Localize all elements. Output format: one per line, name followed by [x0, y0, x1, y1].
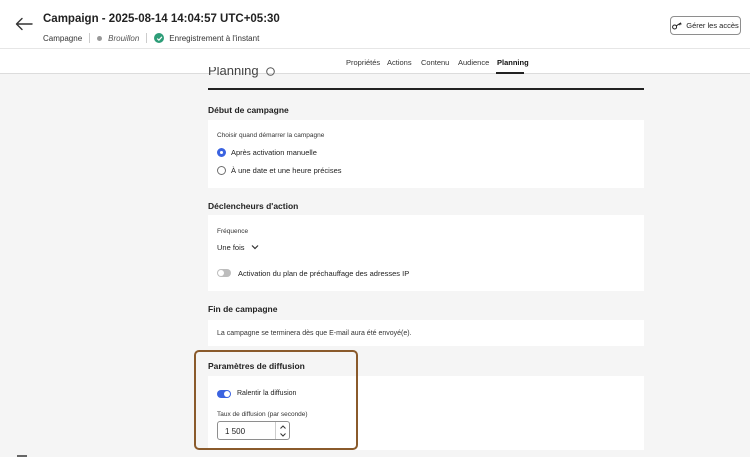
manage-access-button[interactable]: Gérer les accès — [670, 16, 741, 35]
campaign-meta: Campagne Brouillon Enregistrement à l'in… — [43, 32, 259, 44]
radio-manual-activation[interactable] — [217, 148, 226, 157]
info-icon[interactable] — [266, 67, 276, 76]
chevron-down-icon — [251, 245, 259, 250]
campaign-start-heading: Début de campagne — [208, 105, 289, 115]
campaign-type-label: Campagne — [43, 33, 83, 43]
start-prompt-label: Choisir quand démarrer la campagne — [217, 132, 325, 139]
tab-properties[interactable]: Propriétés — [346, 58, 380, 67]
action-triggers-panel: Fréquence Une fois Activation du plan de… — [208, 215, 644, 291]
radio-manual-activation-label[interactable]: Après activation manuelle — [231, 148, 317, 157]
tab-planning[interactable]: Planning — [497, 58, 529, 67]
radio-specific-datetime[interactable] — [217, 166, 226, 175]
tab-content[interactable]: Contenu — [421, 58, 449, 67]
toggle-knob — [218, 270, 224, 276]
action-triggers-heading: Déclencheurs d'action — [208, 201, 299, 211]
ip-warmup-toggle[interactable] — [217, 269, 231, 277]
campaign-header: Campaign - 2025-08-14 14:04:57 UTC+05:30… — [0, 0, 750, 48]
key-icon — [672, 21, 682, 29]
tab-actions[interactable]: Actions — [387, 58, 412, 67]
campaign-end-heading: Fin de campagne — [208, 304, 278, 314]
page-title: Planning — [208, 67, 276, 80]
status-dot-icon — [97, 35, 103, 41]
frequency-value: Une fois — [217, 243, 245, 252]
back-arrow-icon[interactable] — [15, 17, 33, 31]
divider — [146, 33, 148, 43]
delivery-settings-highlight — [194, 350, 358, 450]
clipped-element — [17, 452, 29, 457]
frequency-dropdown[interactable]: Une fois — [217, 243, 259, 252]
ip-warmup-label: Activation du plan de préchauffage des a… — [238, 269, 410, 278]
frequency-label: Fréquence — [217, 228, 249, 235]
campaign-start-panel: Choisir quand démarrer la campagne Après… — [208, 120, 644, 188]
checkmark-icon — [154, 33, 165, 43]
page-title-underline — [208, 88, 644, 90]
campaign-end-message: La campagne se terminera dès que E-mail … — [217, 330, 412, 337]
active-tab-indicator — [496, 72, 524, 74]
autosave-status: Enregistrement à l'instant — [169, 33, 260, 43]
manage-access-label: Gérer les accès — [686, 21, 739, 30]
tab-bar: Propriétés Actions Contenu Audience Plan… — [0, 48, 750, 74]
tab-audience[interactable]: Audience — [458, 58, 489, 67]
radio-specific-datetime-label[interactable]: À une date et une heure précises — [231, 166, 342, 175]
campaign-title: Campaign - 2025-08-14 14:04:57 UTC+05:30 — [43, 13, 280, 25]
status-badge: Brouillon — [108, 33, 140, 43]
divider — [89, 33, 91, 43]
campaign-end-panel: La campagne se terminera dès que E-mail … — [208, 320, 644, 346]
